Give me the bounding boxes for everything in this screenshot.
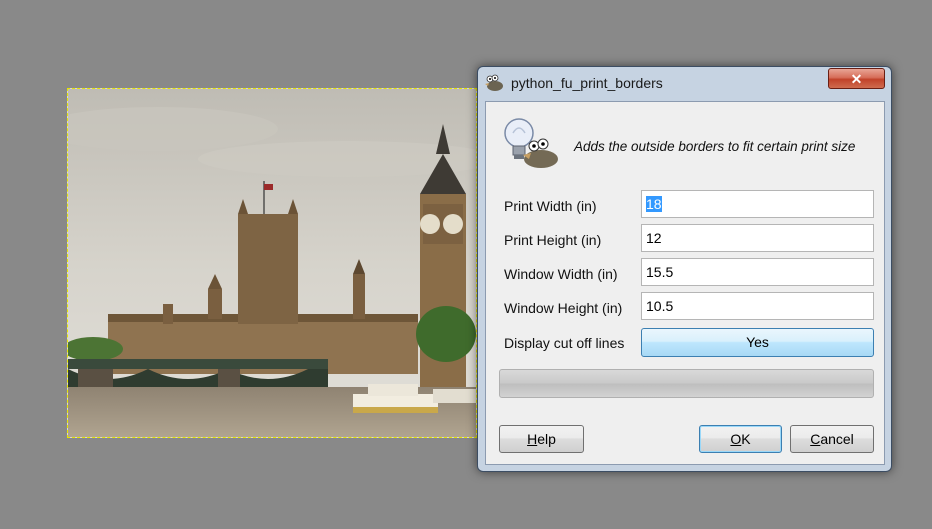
lightbulb-hint-icon	[501, 115, 561, 171]
ok-label: K	[741, 431, 751, 447]
progress-bar	[499, 369, 874, 398]
print-height-input[interactable]: 12	[641, 224, 874, 252]
print-height-label: Print Height (in)	[504, 232, 602, 248]
gimp-wilber-icon	[484, 74, 504, 92]
cancel-label: ancel	[820, 431, 854, 447]
window-height-value: 10.5	[646, 298, 674, 314]
cancel-mnemonic: C	[810, 431, 821, 447]
help-button[interactable]: Help	[499, 425, 584, 453]
cut-off-lines-label: Display cut off lines	[504, 335, 625, 351]
title-bar[interactable]: python_fu_print_borders ✕	[478, 67, 891, 100]
dialog-content: Adds the outside borders to fit certain …	[485, 101, 885, 465]
window-height-input[interactable]: 10.5	[641, 292, 874, 320]
dialog-description: Adds the outside borders to fit certain …	[574, 139, 856, 154]
window-height-label: Window Height (in)	[504, 300, 623, 316]
window-width-label: Window Width (in)	[504, 266, 618, 282]
help-mnemonic: H	[527, 431, 538, 447]
print-height-value: 12	[646, 230, 662, 246]
help-label: elp	[537, 431, 556, 447]
close-button[interactable]: ✕	[828, 68, 885, 89]
close-icon: ✕	[850, 71, 863, 87]
window-width-value: 15.5	[646, 264, 674, 280]
canvas-image[interactable]	[67, 88, 477, 438]
print-borders-dialog: python_fu_print_borders ✕ Adds the outsi…	[477, 66, 892, 472]
print-width-label: Print Width (in)	[504, 198, 597, 214]
cut-off-lines-toggle[interactable]: Yes	[641, 328, 874, 357]
print-width-value: 18	[646, 196, 662, 212]
window-width-input[interactable]: 15.5	[641, 258, 874, 286]
print-width-input[interactable]: 18	[641, 190, 874, 218]
dialog-title: python_fu_print_borders	[511, 75, 663, 91]
ok-mnemonic: O	[730, 431, 742, 447]
ok-button[interactable]: OK	[699, 425, 782, 453]
cancel-button[interactable]: Cancel	[790, 425, 874, 453]
